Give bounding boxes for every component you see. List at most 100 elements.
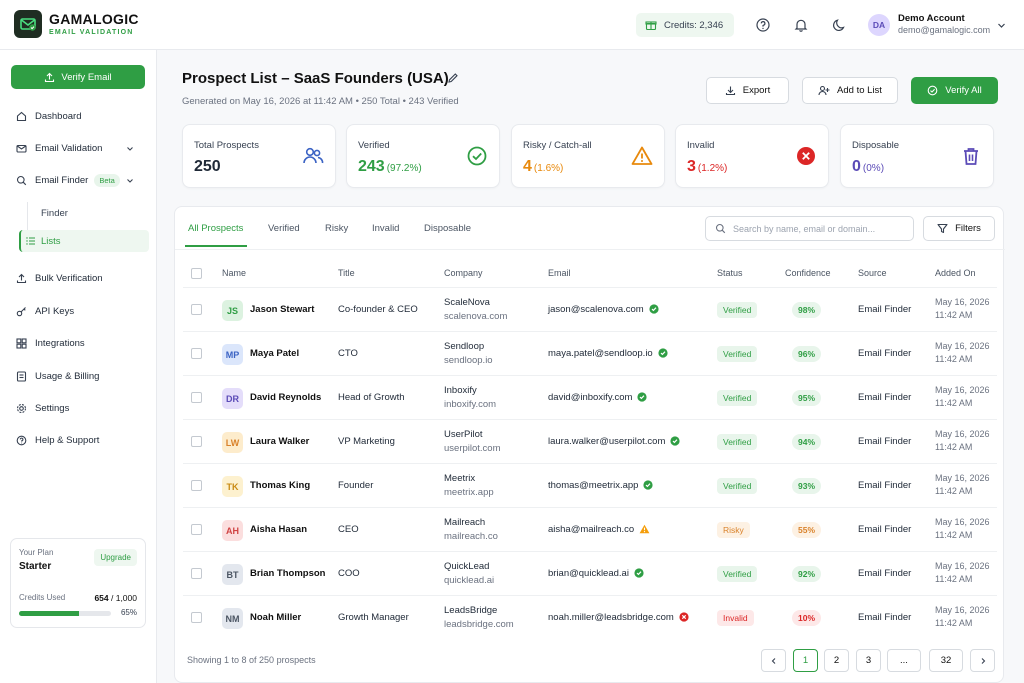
upload-icon xyxy=(45,72,55,82)
mail-icon xyxy=(16,144,27,153)
row-checkbox[interactable] xyxy=(191,612,202,623)
row-checkbox[interactable] xyxy=(191,348,202,359)
sidebar-item-settings[interactable]: Settings xyxy=(16,403,144,414)
row-checkbox[interactable] xyxy=(191,392,202,403)
tab-all-prospects[interactable]: All Prospects xyxy=(188,223,243,234)
download-icon xyxy=(725,86,735,96)
bell-icon[interactable] xyxy=(793,17,809,33)
table-row[interactable]: TK Thomas King Founder Meetrix meetrix.app th… xyxy=(183,463,997,507)
account-menu[interactable]: DA Demo Account demo@gamalogic.com xyxy=(868,13,990,37)
page-button-1[interactable]: 1 xyxy=(793,649,818,672)
plan-card: Your Plan Starter Upgrade Credits Used 6… xyxy=(10,538,146,628)
search-input[interactable] xyxy=(733,223,903,234)
row-checkbox[interactable] xyxy=(191,480,202,491)
stat-value: 243 (97.2%) xyxy=(358,158,422,175)
stat-label: Total Prospects xyxy=(194,140,259,151)
sidebar-item-label: Lists xyxy=(41,236,61,247)
logo-mark-icon xyxy=(14,10,42,38)
sidebar-item-usage-billing[interactable]: Usage & Billing xyxy=(16,371,144,382)
export-button[interactable]: Export xyxy=(706,77,789,104)
select-all-checkbox[interactable] xyxy=(191,268,202,279)
table-row[interactable]: JS Jason Stewart Co-founder & CEO ScaleNova… xyxy=(183,287,997,331)
added-date: May 16, 2026 xyxy=(935,473,990,483)
row-checkbox[interactable] xyxy=(191,568,202,579)
upgrade-button[interactable]: Upgrade xyxy=(94,549,137,566)
page-button-32[interactable]: 32 xyxy=(929,649,963,672)
column-header-title[interactable]: Title xyxy=(338,268,355,278)
prospects-panel: All Prospects Verified Risky Invalid Dis… xyxy=(174,206,1005,683)
row-checkbox[interactable] xyxy=(191,524,202,535)
added-time: 11:42 AM xyxy=(935,398,973,409)
edit-icon[interactable] xyxy=(447,72,459,84)
row-checkbox[interactable] xyxy=(191,304,202,315)
divider xyxy=(175,249,1005,250)
logo[interactable]: GAMALOGIC EMAIL VALIDATION xyxy=(14,10,139,38)
add-to-list-button[interactable]: Add to List xyxy=(802,77,898,104)
stat-card-disposable[interactable]: Disposable 0 (0%) xyxy=(840,124,994,188)
filters-button[interactable]: Filters xyxy=(923,216,995,241)
sidebar-item-finder[interactable]: Finder xyxy=(41,208,68,219)
prospect-name[interactable]: Brian Thompson xyxy=(250,568,325,579)
prospect-name[interactable]: Jason Stewart xyxy=(250,304,314,315)
tab-invalid[interactable]: Invalid xyxy=(372,223,399,234)
column-header-status[interactable]: Status xyxy=(717,268,743,278)
column-header-added-on[interactable]: Added On xyxy=(935,268,976,278)
sidebar-item-email-validation[interactable]: Email Validation xyxy=(16,143,144,154)
prospect-name[interactable]: Laura Walker xyxy=(250,436,309,447)
column-header-source[interactable]: Source xyxy=(858,268,887,278)
moon-icon[interactable] xyxy=(832,17,848,33)
prospect-name[interactable]: Maya Patel xyxy=(250,348,299,359)
credits-progress-fill xyxy=(19,611,79,616)
search-box[interactable] xyxy=(705,216,914,241)
sidebar-item-email-finder[interactable]: Email Finder Beta xyxy=(16,174,144,187)
table-row[interactable]: MP Maya Patel CTO Sendloop sendloop.io maya.p… xyxy=(183,331,997,375)
verify-email-button[interactable]: Verify Email xyxy=(11,65,145,89)
confidence-badge: 96% xyxy=(792,346,822,362)
help-icon[interactable] xyxy=(755,17,771,33)
sidebar-item-bulk-verification[interactable]: Bulk Verification xyxy=(16,273,144,284)
confidence-badge: 93% xyxy=(792,478,822,494)
prev-page-button[interactable] xyxy=(761,649,786,672)
next-page-button[interactable] xyxy=(970,649,995,672)
sidebar-item-help-support[interactable]: Help & Support xyxy=(16,435,144,446)
prospect-name[interactable]: Noah Miller xyxy=(250,612,301,623)
company-name: ScaleNova xyxy=(444,297,490,308)
column-header-confidence[interactable]: Confidence xyxy=(785,268,831,278)
sidebar-item-api-keys[interactable]: API Keys xyxy=(16,306,144,317)
sidebar-item-lists[interactable]: Lists xyxy=(19,230,149,252)
status-badge: Verified xyxy=(717,390,758,406)
prospect-name[interactable]: Thomas King xyxy=(250,480,310,491)
tab-risky[interactable]: Risky xyxy=(325,223,348,234)
table-row[interactable]: AH Aisha Hasan CEO Mailreach mailreach.co ais… xyxy=(183,507,997,551)
column-header-email[interactable]: Email xyxy=(548,268,571,278)
sidebar-item-integrations[interactable]: Integrations xyxy=(16,338,144,349)
column-header-company[interactable]: Company xyxy=(444,268,483,278)
added-on: May 16, 2026 11:42 AM xyxy=(935,472,990,498)
prospect-name[interactable]: Aisha Hasan xyxy=(250,524,307,535)
page-button-2[interactable]: 2 xyxy=(824,649,849,672)
table-row[interactable]: BT Brian Thompson COO QuickLead quicklead.ai… xyxy=(183,551,997,595)
table-row[interactable]: DR David Reynolds Head of Growth Inboxify in… xyxy=(183,375,997,419)
table-row[interactable]: LW Laura Walker VP Marketing UserPilot userp… xyxy=(183,419,997,463)
export-label: Export xyxy=(742,85,771,96)
verify-all-button[interactable]: Verify All xyxy=(911,77,998,104)
prospect-name[interactable]: David Reynolds xyxy=(250,392,321,403)
credits-badge[interactable]: Credits: 2,346 xyxy=(636,13,734,37)
stat-card-invalid[interactable]: Invalid 3 (1.2%) xyxy=(675,124,829,188)
chevron-down-icon xyxy=(127,146,133,151)
column-header-name[interactable]: Name xyxy=(222,268,246,278)
sidebar-item-dashboard[interactable]: Dashboard xyxy=(16,111,144,122)
page-button-3[interactable]: 3 xyxy=(856,649,881,672)
table-row[interactable]: NM Noah Miller Growth Manager LeadsBridge le… xyxy=(183,595,997,639)
row-checkbox[interactable] xyxy=(191,436,202,447)
stat-label: Verified xyxy=(358,140,390,151)
confidence-badge: 92% xyxy=(792,566,822,582)
warning-icon xyxy=(631,146,653,165)
company-domain: sendloop.io xyxy=(444,354,493,366)
tab-disposable[interactable]: Disposable xyxy=(424,223,471,234)
search-icon xyxy=(715,223,726,234)
tab-verified[interactable]: Verified xyxy=(268,223,300,234)
chevron-down-icon[interactable] xyxy=(997,21,1006,30)
stat-card-risky[interactable]: Risky / Catch-all 4 (1.6%) xyxy=(511,124,665,188)
stat-card-verified[interactable]: Verified 243 (97.2%) xyxy=(346,124,500,188)
